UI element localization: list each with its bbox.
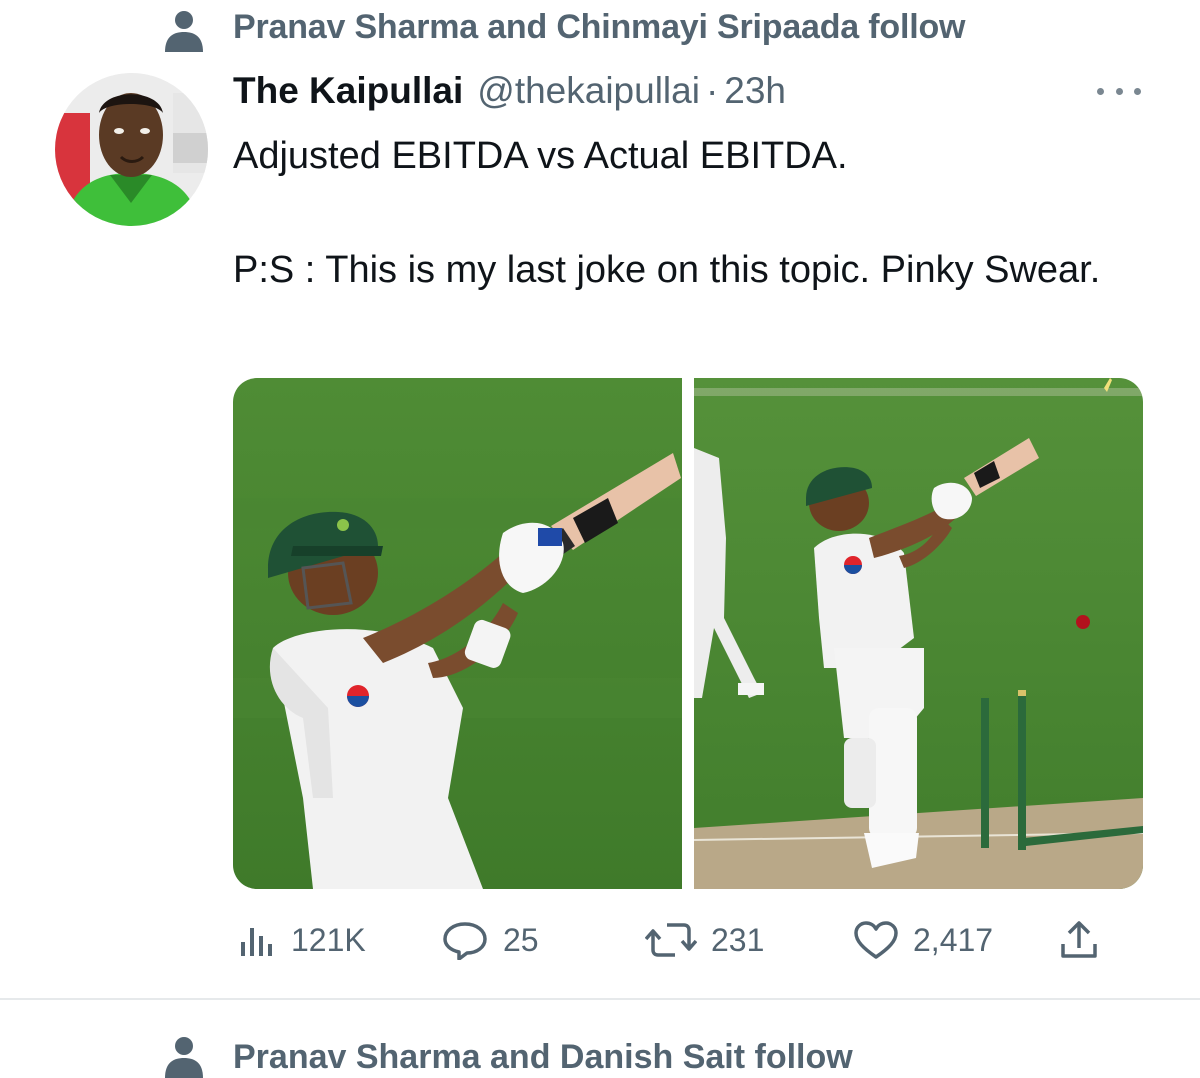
views-button[interactable]: 121K — [239, 910, 366, 970]
views-count: 121K — [291, 921, 366, 958]
reply-button[interactable]: 25 — [441, 910, 539, 970]
tweet-text-line-1: Adjusted EBITDA vs Actual EBITDA. — [233, 135, 848, 177]
separator-dot: · — [705, 70, 719, 111]
timestamp[interactable]: 23h — [724, 70, 786, 112]
social-context-text[interactable]: Pranav Sharma and Chinmayi Sripaada foll… — [233, 8, 965, 47]
views-icon — [241, 928, 272, 956]
like-button[interactable]: 2,417 — [853, 910, 993, 970]
tweet-photo-1[interactable] — [233, 378, 682, 889]
reply-count: 25 — [503, 921, 539, 958]
tweet-header: The Kaipullai @thekaipullai · 23h — [233, 70, 786, 116]
heart-icon — [854, 921, 898, 959]
retweet-button[interactable]: 231 — [645, 910, 764, 970]
more-options-icon[interactable] — [1097, 78, 1141, 104]
share-icon — [1061, 921, 1097, 958]
next-social-context-text[interactable]: Pranav Sharma and Danish Sait follow — [233, 1038, 853, 1077]
tweet-text-line-2: P:S : This is my last joke on this topic… — [233, 249, 1101, 291]
retweet-icon — [645, 923, 697, 957]
avatar[interactable] — [55, 73, 208, 226]
reply-icon — [443, 922, 487, 960]
tweet-actions: 121K 25 231 2,417 — [233, 910, 1113, 970]
display-name[interactable]: The Kaipullai — [233, 70, 463, 112]
retweet-count: 231 — [711, 921, 765, 958]
person-icon — [165, 11, 203, 52]
tweet-photo-2[interactable] — [693, 378, 1143, 889]
media-grid — [233, 378, 1143, 889]
handle[interactable]: @thekaipullai — [477, 70, 700, 112]
tweet-text: Adjusted EBITDA vs Actual EBITDA. P:S : … — [233, 128, 1133, 299]
like-count: 2,417 — [913, 921, 994, 958]
share-button[interactable] — [1059, 910, 1099, 970]
person-icon — [165, 1037, 203, 1078]
tweet-divider — [0, 998, 1200, 1000]
